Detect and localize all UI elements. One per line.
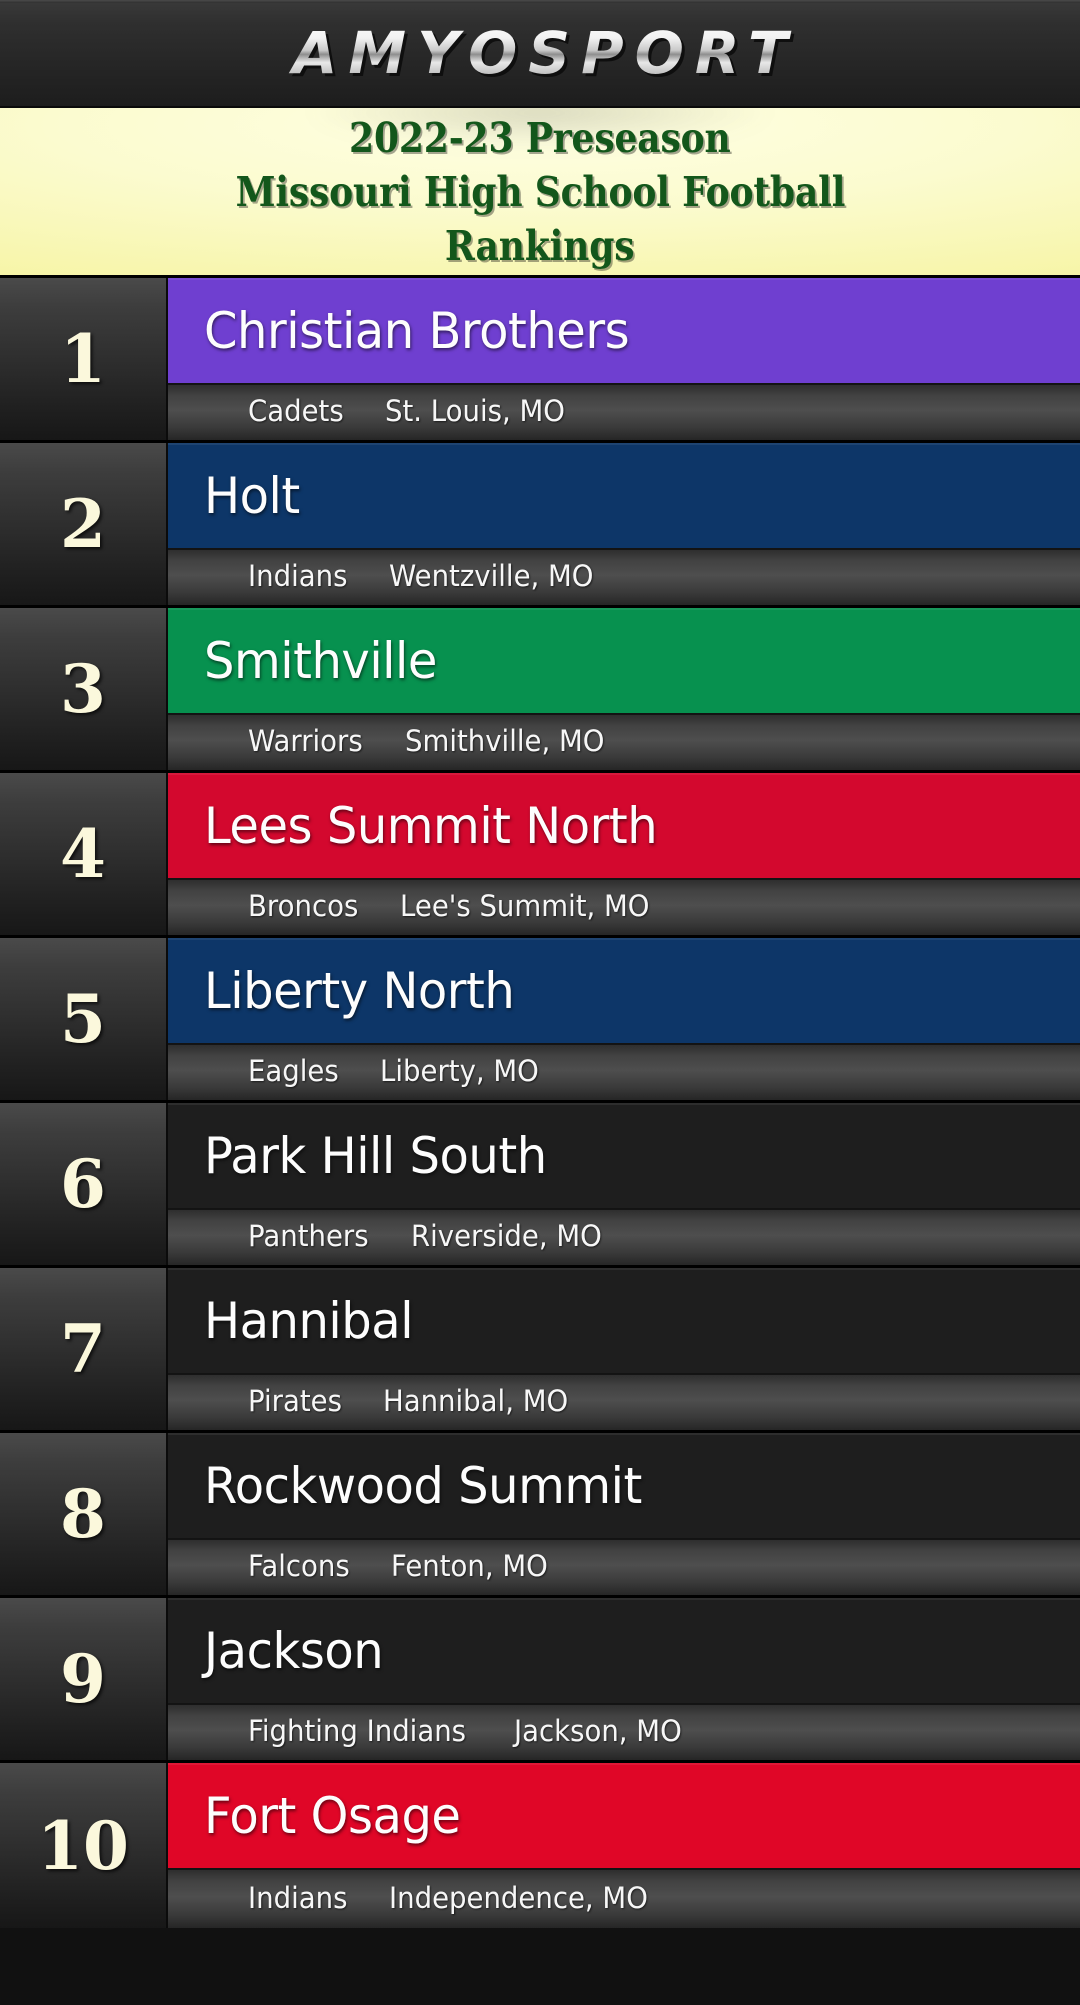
rank-row: 6 Park Hill South Panthers Riverside, MO	[0, 1103, 1080, 1268]
team-city: Fenton, MO	[391, 1549, 548, 1583]
team-color-band: Liberty North	[168, 938, 1080, 1043]
rank-detail: Hannibal Pirates Hannibal, MO	[168, 1268, 1080, 1430]
team-color-band: Rockwood Summit	[168, 1433, 1080, 1538]
rank-detail: Lees Summit North Broncos Lee's Summit, MO	[168, 773, 1080, 935]
rank-row: 3 Smithville Warriors Smithville, MO	[0, 608, 1080, 773]
team-mascot: Falcons	[248, 1549, 350, 1583]
team-name: Lees Summit North	[204, 796, 658, 855]
rank-row: 5 Liberty North Eagles Liberty, MO	[0, 938, 1080, 1103]
rank-number: 7	[60, 1310, 106, 1388]
rank-number-cell: 3	[0, 608, 168, 770]
rank-number: 3	[60, 650, 106, 728]
team-name: Jackson	[204, 1621, 384, 1680]
team-name: Hannibal	[204, 1291, 414, 1350]
team-city: Lee's Summit, MO	[400, 889, 650, 923]
team-meta-band: Cadets St. Louis, MO	[168, 383, 1080, 440]
team-meta-band: Pirates Hannibal, MO	[168, 1373, 1080, 1430]
team-color-band: Jackson	[168, 1598, 1080, 1703]
brand-logo-text: AMYOSPORT	[281, 19, 798, 87]
team-meta-band: Fighting Indians Jackson, MO	[168, 1703, 1080, 1760]
team-mascot: Cadets	[248, 394, 344, 428]
rank-number-cell: 4	[0, 773, 168, 935]
team-city: Jackson, MO	[513, 1714, 682, 1748]
rank-detail: Rockwood Summit Falcons Fenton, MO	[168, 1433, 1080, 1595]
team-name: Christian Brothers	[204, 301, 630, 360]
team-meta-band: Warriors Smithville, MO	[168, 713, 1080, 770]
rank-detail: Liberty North Eagles Liberty, MO	[168, 938, 1080, 1100]
rank-number-cell: 2	[0, 443, 168, 605]
team-meta-band: Falcons Fenton, MO	[168, 1538, 1080, 1595]
team-name: Smithville	[204, 631, 437, 690]
team-mascot: Warriors	[248, 724, 363, 758]
rank-detail: Park Hill South Panthers Riverside, MO	[168, 1103, 1080, 1265]
rank-number-cell: 7	[0, 1268, 168, 1430]
rankings-list: 1 Christian Brothers Cadets St. Louis, MO 2 H…	[0, 278, 1080, 1928]
rankings-infographic: AMYOSPORT 2022-23 Preseason Missouri Hig…	[0, 0, 1080, 2005]
title-block: 2022-23 Preseason Missouri High School F…	[0, 108, 1080, 278]
team-color-band: Park Hill South	[168, 1103, 1080, 1208]
rank-row: 9 Jackson Fighting Indians Jackson, MO	[0, 1598, 1080, 1763]
team-mascot: Pirates	[248, 1384, 342, 1418]
team-color-band: Christian Brothers	[168, 278, 1080, 383]
team-color-band: Holt	[168, 443, 1080, 548]
rank-number: 6	[60, 1145, 106, 1223]
team-name: Liberty North	[204, 961, 515, 1020]
team-name: Park Hill South	[204, 1126, 547, 1185]
team-color-band: Smithville	[168, 608, 1080, 713]
rank-number-cell: 5	[0, 938, 168, 1100]
team-city: Liberty, MO	[379, 1054, 539, 1088]
rank-row: 4 Lees Summit North Broncos Lee's Summit, M…	[0, 773, 1080, 938]
team-name: Rockwood Summit	[204, 1456, 642, 1515]
rank-number: 8	[60, 1475, 106, 1553]
team-mascot: Fighting Indians	[248, 1714, 467, 1748]
team-meta-band: Broncos Lee's Summit, MO	[168, 878, 1080, 935]
rank-row: 7 Hannibal Pirates Hannibal, MO	[0, 1268, 1080, 1433]
rank-number: 2	[60, 485, 106, 563]
rank-row: 8 Rockwood Summit Falcons Fenton, MO	[0, 1433, 1080, 1598]
rank-number: 4	[60, 815, 106, 893]
rank-detail: Christian Brothers Cadets St. Louis, MO	[168, 278, 1080, 440]
team-name: Fort Osage	[204, 1786, 461, 1845]
team-city: St. Louis, MO	[384, 394, 565, 428]
brand-header: AMYOSPORT	[0, 0, 1080, 108]
rank-detail: Jackson Fighting Indians Jackson, MO	[168, 1598, 1080, 1760]
team-meta-band: Eagles Liberty, MO	[168, 1043, 1080, 1100]
team-mascot: Panthers	[248, 1219, 369, 1253]
rank-number-cell: 8	[0, 1433, 168, 1595]
rank-number: 9	[60, 1640, 106, 1718]
team-city: Hannibal, MO	[382, 1384, 569, 1418]
rank-number-cell: 6	[0, 1103, 168, 1265]
rank-row: 1 Christian Brothers Cadets St. Louis, MO	[0, 278, 1080, 443]
team-city: Wentzville, MO	[388, 559, 594, 593]
rank-detail: Holt Indians Wentzville, MO	[168, 443, 1080, 605]
rank-row: 10 Fort Osage Indians Independence, MO	[0, 1763, 1080, 1928]
team-meta-band: Indians Independence, MO	[168, 1868, 1080, 1928]
rank-row: 2 Holt Indians Wentzville, MO	[0, 443, 1080, 608]
rank-number: 10	[37, 1806, 129, 1885]
title-line-1: 2022-23 Preseason	[349, 113, 731, 162]
rank-number: 5	[60, 980, 106, 1058]
rank-number-cell: 9	[0, 1598, 168, 1760]
team-mascot: Indians	[248, 1880, 348, 1915]
team-color-band: Hannibal	[168, 1268, 1080, 1373]
team-city: Smithville, MO	[404, 724, 605, 758]
team-name: Holt	[204, 466, 300, 525]
team-mascot: Broncos	[248, 889, 359, 923]
rank-number: 1	[60, 320, 106, 398]
team-meta-band: Panthers Riverside, MO	[168, 1208, 1080, 1265]
team-color-band: Lees Summit North	[168, 773, 1080, 878]
rank-number-cell: 10	[0, 1763, 168, 1928]
team-meta-band: Indians Wentzville, MO	[168, 548, 1080, 605]
rank-detail: Smithville Warriors Smithville, MO	[168, 608, 1080, 770]
rank-detail: Fort Osage Indians Independence, MO	[168, 1763, 1080, 1928]
title-line-2: Missouri High School Football	[235, 167, 845, 216]
team-city: Riverside, MO	[410, 1219, 602, 1253]
team-city: Independence, MO	[388, 1880, 648, 1915]
team-mascot: Indians	[248, 559, 348, 593]
team-mascot: Eagles	[248, 1054, 339, 1088]
rank-number-cell: 1	[0, 278, 168, 440]
title-line-3: Rankings	[445, 221, 635, 270]
team-color-band: Fort Osage	[168, 1763, 1080, 1868]
